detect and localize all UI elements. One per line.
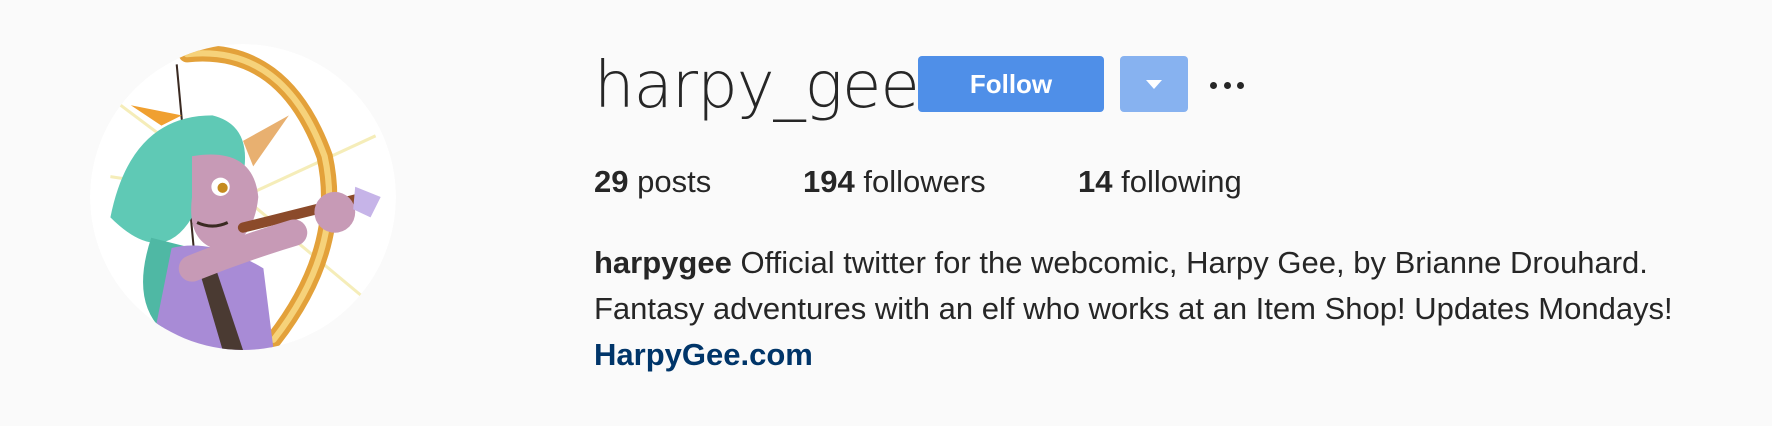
posts-count: 29 posts [594,160,711,204]
followers-link[interactable]: 194 followers [803,160,986,204]
profile-website-link[interactable]: HarpyGee.com [594,332,1764,378]
profile-username: harpy_gee [594,49,920,123]
profile-bio: harpygee Official twitter for the webcom… [594,240,1764,378]
caret-down-icon [1146,79,1162,89]
following-number: 14 [1078,164,1113,199]
followers-label: followers [863,164,986,199]
bio-text-line-1: Official twitter for the webcomic, Harpy… [740,245,1648,280]
bio-text-line-2: Fantasy adventures with an elf who works… [594,291,1673,326]
follow-button[interactable]: Follow [918,56,1104,112]
ellipsis-dot-icon [1210,81,1217,89]
suggestions-dropdown-button[interactable] [1120,56,1188,112]
bio-line-1: harpygee Official twitter for the webcom… [594,240,1764,286]
following-label: following [1121,164,1242,199]
more-options-button[interactable] [1210,70,1244,100]
ellipsis-dot-icon [1223,81,1231,89]
avatar-illustration [90,44,396,350]
profile-avatar[interactable] [90,44,396,350]
posts-label: posts [637,164,712,199]
profile-full-name: harpygee [594,245,732,280]
followers-number: 194 [803,164,855,199]
posts-number: 29 [594,164,629,199]
ellipsis-dot-icon [1237,81,1244,89]
following-link[interactable]: 14 following [1078,160,1242,204]
